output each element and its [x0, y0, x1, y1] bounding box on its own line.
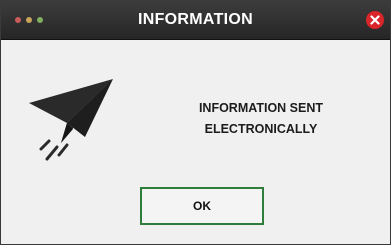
title-bar[interactable]: INFORMATION: [1, 1, 390, 40]
close-button[interactable]: [366, 11, 384, 29]
paper-plane-icon: [29, 79, 113, 161]
ok-button[interactable]: OK: [140, 187, 264, 225]
close-icon: [370, 15, 380, 25]
message-line-1: INFORMATION SENT: [198, 101, 324, 115]
dialog-title: INFORMATION: [138, 11, 253, 28]
message-line-2: ELECTRONICALLY: [204, 122, 318, 136]
information-dialog: INFORMATION INFORMATION SENT ELECTRONICA…: [0, 0, 391, 245]
dialog-message: INFORMATION SENT ELECTRONICALLY: [151, 98, 371, 140]
ok-button-label: OK: [193, 199, 211, 213]
